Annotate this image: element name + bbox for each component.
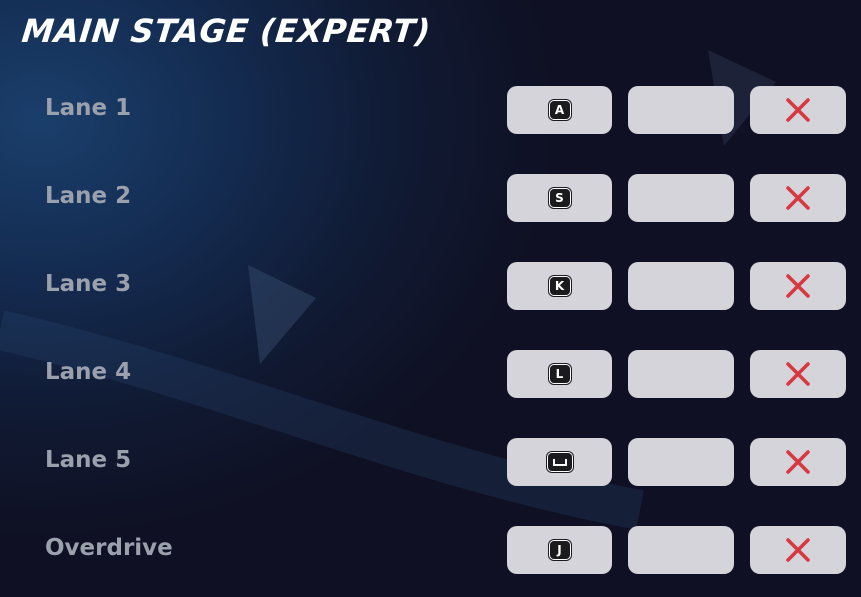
secondary-binding-button[interactable]: [628, 526, 734, 574]
row-label: Lane 4: [45, 359, 132, 385]
secondary-binding-button[interactable]: [628, 350, 734, 398]
clear-binding-button[interactable]: [750, 438, 846, 486]
keycap: S: [548, 188, 571, 208]
primary-binding-button[interactable]: K: [507, 262, 612, 310]
row-label: Lane 5: [45, 447, 132, 473]
close-icon: [786, 98, 810, 122]
binding-row-lane-4: Lane 4 L: [0, 350, 861, 398]
binding-row-lane-2: Lane 2 S: [0, 174, 861, 222]
close-icon: [786, 362, 810, 386]
close-icon: [786, 186, 810, 210]
keycap: K: [548, 276, 571, 296]
binding-row-overdrive: Overdrive J: [0, 526, 861, 574]
binding-row-lane-5: Lane 5: [0, 438, 861, 486]
keycap: J: [548, 540, 571, 560]
row-label: Overdrive: [45, 535, 173, 561]
row-label: Lane 1: [45, 95, 132, 121]
close-icon: [786, 538, 810, 562]
clear-binding-button[interactable]: [750, 350, 846, 398]
binding-row-lane-3: Lane 3 K: [0, 262, 861, 310]
keycap: A: [548, 100, 571, 120]
close-icon: [786, 450, 810, 474]
primary-binding-button[interactable]: S: [507, 174, 612, 222]
secondary-binding-button[interactable]: [628, 438, 734, 486]
primary-binding-button[interactable]: L: [507, 350, 612, 398]
secondary-binding-button[interactable]: [628, 174, 734, 222]
spacebar-icon: [546, 452, 573, 472]
close-icon: [786, 274, 810, 298]
row-label: Lane 3: [45, 271, 132, 297]
clear-binding-button[interactable]: [750, 526, 846, 574]
primary-binding-button[interactable]: J: [507, 526, 612, 574]
keycap: L: [548, 364, 571, 384]
primary-binding-button[interactable]: [507, 438, 612, 486]
clear-binding-button[interactable]: [750, 262, 846, 310]
binding-row-lane-1: Lane 1 A: [0, 86, 861, 134]
row-label: Lane 2: [45, 183, 132, 209]
secondary-binding-button[interactable]: [628, 86, 734, 134]
clear-binding-button[interactable]: [750, 86, 846, 134]
clear-binding-button[interactable]: [750, 174, 846, 222]
secondary-binding-button[interactable]: [628, 262, 734, 310]
primary-binding-button[interactable]: A: [507, 86, 612, 134]
page-title: MAIN STAGE (EXPERT): [20, 12, 433, 50]
